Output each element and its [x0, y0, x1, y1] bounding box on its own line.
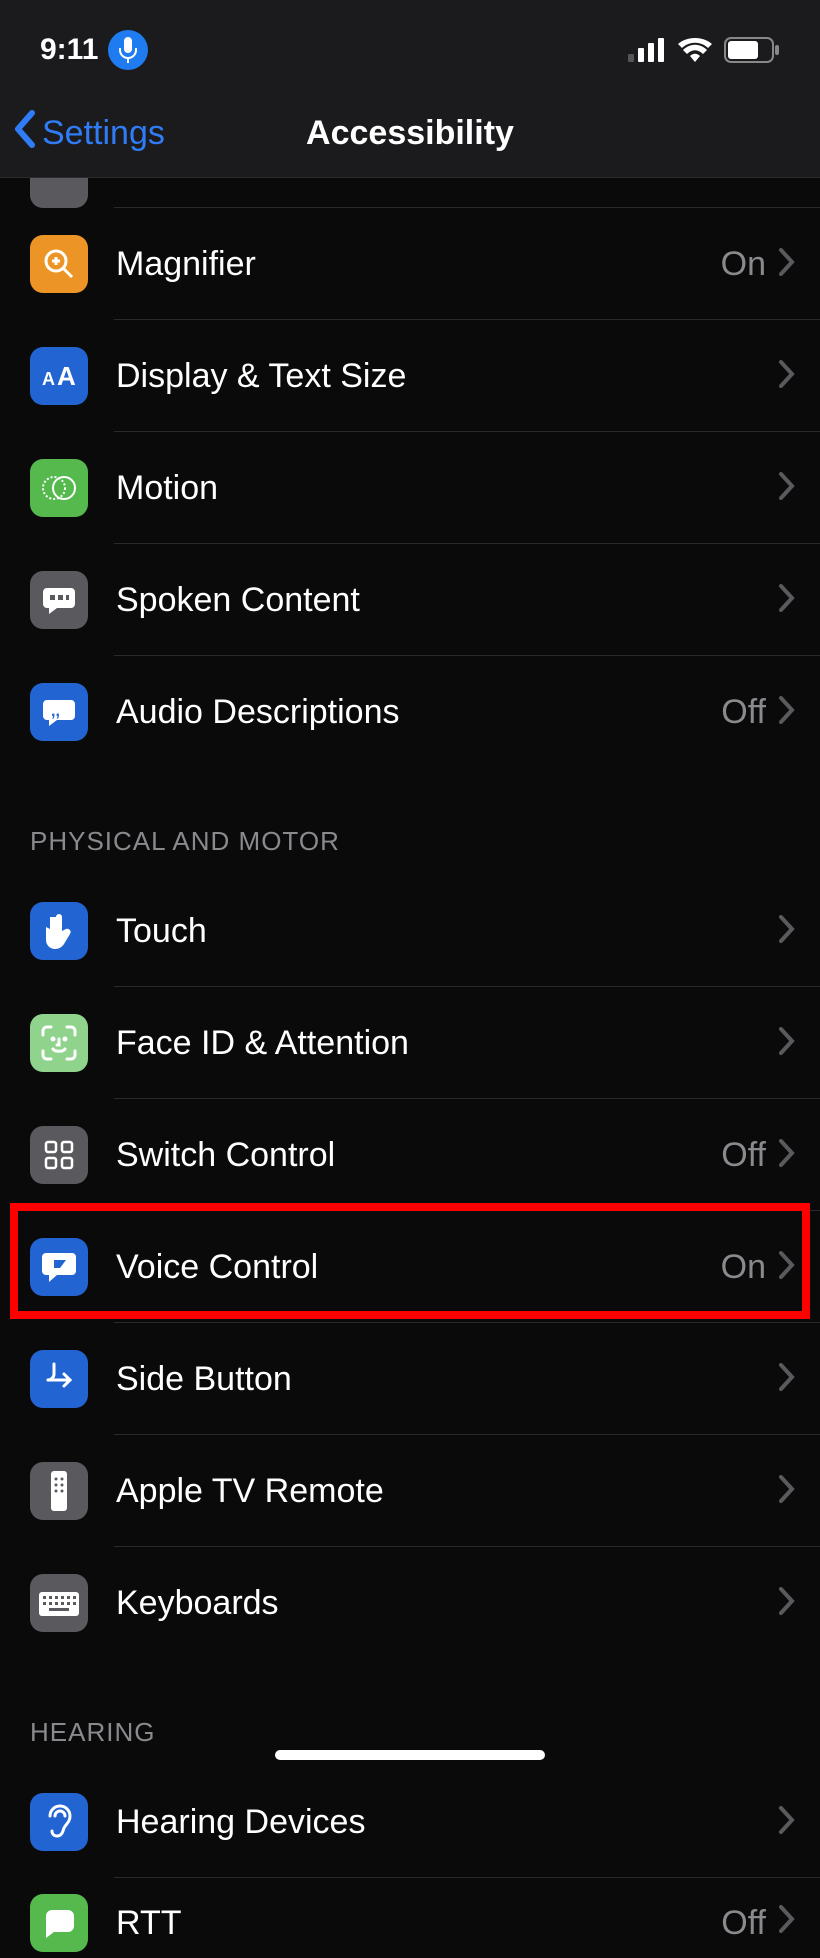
chevron-left-icon: [12, 109, 36, 158]
section-vision: Magnifier On AA Display & Text Size Moti…: [0, 178, 820, 768]
keyboard-icon: [30, 1574, 88, 1632]
row-label: Switch Control: [116, 1136, 721, 1175]
row-label: Audio Descriptions: [116, 693, 721, 732]
row-spoken-content[interactable]: Spoken Content: [0, 544, 820, 656]
hearing-devices-icon: [30, 1793, 88, 1851]
rtt-icon: [30, 1894, 88, 1952]
svg-text:A: A: [42, 369, 55, 389]
text-size-icon: AA: [30, 347, 88, 405]
section-hearing: Hearing Hearing Devices RTT Off: [0, 1659, 820, 1958]
chevron-right-icon: [778, 1805, 796, 1840]
row-audio-descriptions[interactable]: ,, Audio Descriptions Off: [0, 656, 820, 768]
touch-icon: [30, 902, 88, 960]
row-switch-control[interactable]: Switch Control Off: [0, 1099, 820, 1211]
section-physical: Physical and Motor Touch Face ID & Atten…: [0, 768, 820, 1659]
row-label: Voice Control: [116, 1248, 721, 1287]
row-voice-control[interactable]: Voice Control On: [0, 1211, 820, 1323]
chevron-right-icon: [778, 1250, 796, 1285]
cellular-signal-icon: [628, 38, 666, 62]
chevron-right-icon: [778, 1474, 796, 1509]
row-motion[interactable]: Motion: [0, 432, 820, 544]
svg-text:A: A: [57, 361, 76, 391]
row-label: RTT: [116, 1904, 721, 1943]
chevron-right-icon: [778, 583, 796, 618]
row-label: Apple TV Remote: [116, 1472, 778, 1511]
switch-control-icon: [30, 1126, 88, 1184]
chevron-right-icon: [778, 471, 796, 506]
chevron-right-icon: [778, 914, 796, 949]
nav-back-button[interactable]: Settings: [0, 109, 165, 158]
row-value: Off: [721, 1136, 766, 1175]
chevron-right-icon: [778, 1026, 796, 1061]
chevron-right-icon: [778, 359, 796, 394]
voice-control-active-icon: [108, 30, 148, 70]
row-face-id[interactable]: Face ID & Attention: [0, 987, 820, 1099]
spoken-content-icon: [30, 571, 88, 629]
voice-control-icon: [30, 1238, 88, 1296]
row-value: Off: [721, 693, 766, 732]
row-label: Touch: [116, 912, 778, 951]
nav-back-label: Settings: [42, 114, 165, 153]
row-label: Hearing Devices: [116, 1803, 778, 1842]
wifi-icon: [678, 38, 712, 62]
svg-text:,,: ,,: [51, 703, 60, 720]
settings-list[interactable]: Magnifier On AA Display & Text Size Moti…: [0, 178, 820, 1958]
row-rtt[interactable]: RTT Off: [0, 1878, 820, 1958]
motion-icon: [30, 459, 88, 517]
generic-icon: [30, 178, 88, 208]
chevron-right-icon: [778, 695, 796, 730]
row-value: Off: [721, 1904, 766, 1943]
status-right: [628, 37, 780, 63]
status-time: 9:11: [40, 33, 98, 67]
row-label: Display & Text Size: [116, 357, 778, 396]
row-apple-tv-remote[interactable]: Apple TV Remote: [0, 1435, 820, 1547]
row-display-text-size[interactable]: AA Display & Text Size: [0, 320, 820, 432]
face-id-icon: [30, 1014, 88, 1072]
row-label: Keyboards: [116, 1584, 778, 1623]
nav-bar: Settings Accessibility: [0, 90, 820, 178]
chevron-right-icon: [778, 1138, 796, 1173]
row-touch[interactable]: Touch: [0, 875, 820, 987]
row-label: Side Button: [116, 1360, 778, 1399]
row-magnifier[interactable]: Magnifier On: [0, 208, 820, 320]
row-hearing-devices[interactable]: Hearing Devices: [0, 1766, 820, 1878]
row-value: On: [721, 1248, 766, 1287]
home-indicator[interactable]: [275, 1750, 545, 1760]
chevron-right-icon: [778, 1362, 796, 1397]
row-label: Magnifier: [116, 245, 721, 284]
magnifier-icon: [30, 235, 88, 293]
audio-descriptions-icon: ,,: [30, 683, 88, 741]
row-prior-item[interactable]: [0, 178, 820, 208]
status-bar: 9:11: [0, 0, 820, 90]
row-keyboards[interactable]: Keyboards: [0, 1547, 820, 1659]
chevron-right-icon: [778, 247, 796, 282]
row-value: On: [721, 245, 766, 284]
row-label: Face ID & Attention: [116, 1024, 778, 1063]
status-left: 9:11: [40, 30, 148, 70]
side-button-icon: [30, 1350, 88, 1408]
battery-icon: [724, 37, 780, 63]
section-header-physical: Physical and Motor: [0, 768, 820, 875]
row-label: Spoken Content: [116, 581, 778, 620]
apple-tv-remote-icon: [30, 1462, 88, 1520]
chevron-right-icon: [778, 1586, 796, 1621]
row-side-button[interactable]: Side Button: [0, 1323, 820, 1435]
chevron-right-icon: [778, 1904, 796, 1939]
row-label: Motion: [116, 469, 778, 508]
